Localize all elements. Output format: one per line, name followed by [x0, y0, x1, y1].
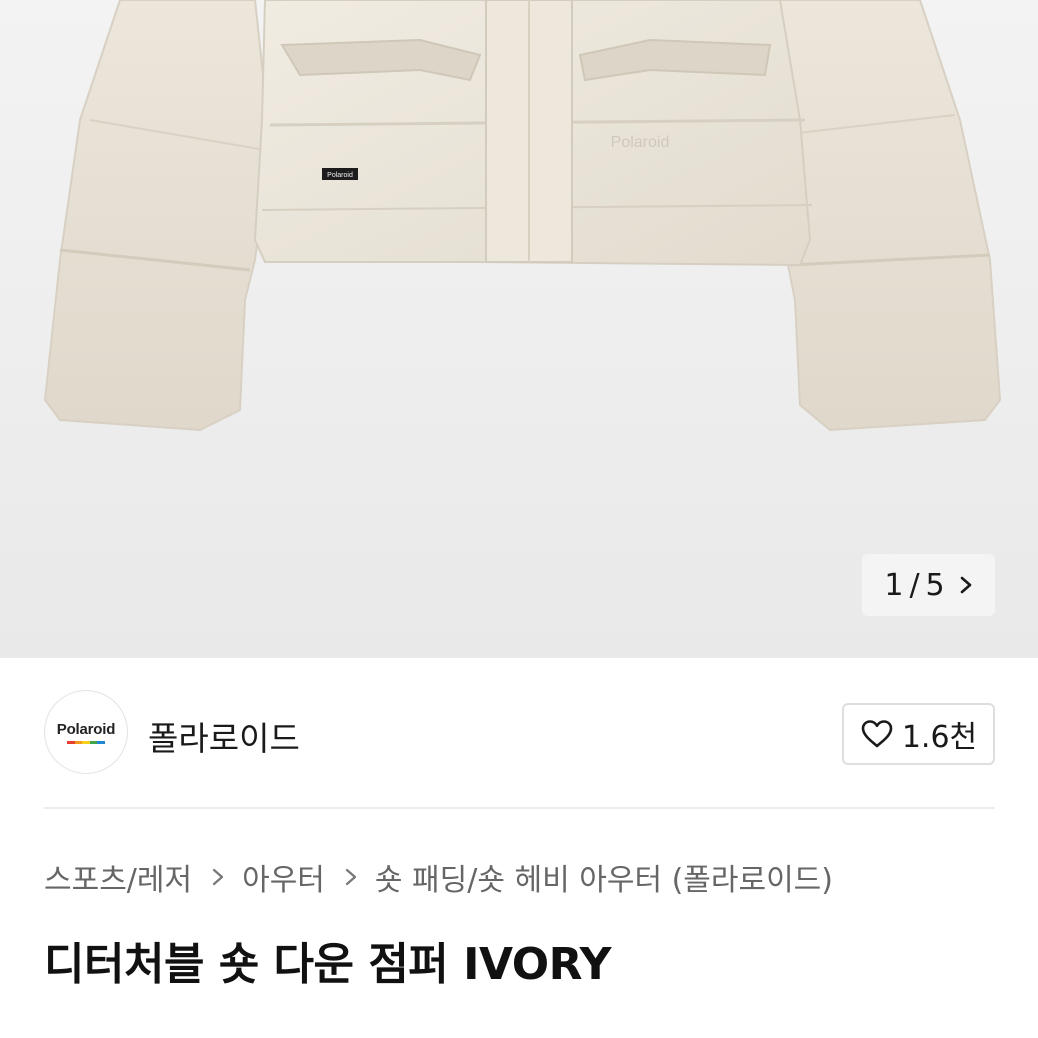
- like-button[interactable]: 1.6천: [842, 703, 995, 765]
- chevron-right-icon: [213, 868, 224, 886]
- product-title: 디터처블 숏 다운 점퍼 IVORY: [44, 939, 611, 990]
- section-divider: [44, 807, 995, 809]
- shop-logo-text: Polaroid: [56, 720, 116, 738]
- logo-color-orange: [74, 740, 83, 744]
- like-count: 1.6천: [901, 720, 978, 755]
- image-counter[interactable]: 1 / 5: [862, 554, 995, 616]
- logo-color-yellow: [82, 740, 90, 744]
- logo-color-green: [89, 740, 98, 744]
- image-counter-current: 1: [884, 567, 904, 603]
- logo-color-red: [67, 740, 75, 744]
- heart-outline-icon: [861, 720, 893, 748]
- logo-color-blue: [97, 740, 105, 744]
- breadcrumb-item-short-padding[interactable]: 숏 패딩/숏 헤비 아우터 (폴라로이드): [375, 855, 833, 899]
- breadcrumb-item-outer[interactable]: 아우터: [242, 855, 325, 899]
- chevron-right-icon: [345, 868, 357, 886]
- product-image-gallery[interactable]: Polaroid Polaroid 1 / 5: [0, 0, 1038, 658]
- shop-info-row: Polaroid 폴라로이드 1.6천: [44, 690, 995, 776]
- shop-logo-avatar[interactable]: Polaroid: [44, 690, 128, 774]
- shop-name[interactable]: 폴라로이드: [148, 712, 300, 760]
- image-counter-total: 5: [925, 567, 945, 603]
- breadcrumb-item-sports[interactable]: 스포츠/레저: [44, 855, 192, 899]
- shop-logo-rainbow-bar: [67, 740, 105, 744]
- chevron-right-icon[interactable]: [959, 575, 973, 595]
- jacket-logo-text: Polaroid: [611, 134, 670, 151]
- image-counter-separator: /: [909, 567, 920, 603]
- breadcrumb: 스포츠/레저 아우터 숏 패딩/숏 헤비 아우터 (폴라로이드): [44, 855, 833, 899]
- jacket-label-text: Polaroid: [327, 172, 353, 179]
